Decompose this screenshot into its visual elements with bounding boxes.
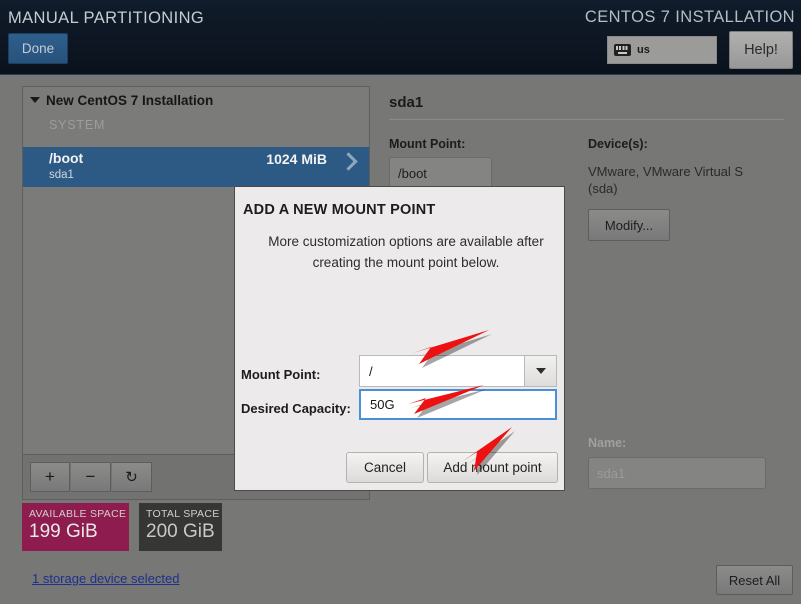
- detail-mount-point-input[interactable]: /boot: [389, 157, 492, 189]
- partition-row-boot[interactable]: /boot sda1 1024 MiB: [23, 147, 369, 187]
- keyboard-layout-label: us: [637, 44, 650, 56]
- done-button[interactable]: Done: [8, 33, 68, 64]
- chevron-down-icon: [535, 368, 546, 374]
- dialog-mount-point-dropdown-button[interactable]: [524, 355, 557, 387]
- remove-partition-button[interactable]: −: [71, 462, 111, 492]
- dialog-cancel-button[interactable]: Cancel: [346, 452, 424, 483]
- available-space-caption: AVAILABLE SPACE: [29, 508, 127, 520]
- main-content: New CentOS 7 Installation SYSTEM /boot s…: [0, 75, 801, 604]
- page-title: MANUAL PARTITIONING: [8, 9, 205, 27]
- available-space-box: AVAILABLE SPACE 199 GiB: [22, 503, 129, 551]
- dialog-mount-point-input[interactable]: /: [359, 355, 524, 387]
- partition-group-header: SYSTEM: [49, 118, 106, 132]
- dialog-mount-point-label: Mount Point:: [241, 367, 321, 382]
- detail-panel-title: sda1: [389, 94, 424, 111]
- installer-header: MANUAL PARTITIONING CENTOS 7 INSTALLATIO…: [0, 0, 801, 75]
- partition-device-name: sda1: [49, 169, 74, 181]
- dialog-capacity-label: Desired Capacity:: [241, 401, 351, 416]
- chevron-down-icon[interactable]: [30, 97, 40, 103]
- keyboard-icon: [614, 44, 631, 56]
- add-mount-point-dialog: ADD A NEW MOUNT POINT More customization…: [234, 186, 565, 491]
- partition-size: 1024 MiB: [266, 151, 327, 167]
- refresh-partitions-button[interactable]: ↻: [112, 462, 152, 492]
- dialog-mount-point-combobox[interactable]: /: [359, 355, 557, 387]
- detail-name-label: Name:: [588, 436, 627, 450]
- modify-devices-button[interactable]: Modify...: [588, 209, 670, 241]
- detail-name-input: sda1: [588, 457, 766, 489]
- installer-title: CENTOS 7 INSTALLATION: [584, 8, 795, 26]
- dialog-description: More customization options are available…: [268, 234, 544, 270]
- total-space-box: TOTAL SPACE 200 GiB: [139, 503, 222, 551]
- detail-devices-label: Device(s):: [588, 137, 648, 151]
- dialog-capacity-input[interactable]: 50G: [359, 389, 557, 420]
- dialog-title: ADD A NEW MOUNT POINT: [243, 202, 436, 218]
- partition-tree-root[interactable]: New CentOS 7 Installation: [23, 87, 369, 113]
- reset-all-button[interactable]: Reset All: [716, 565, 793, 595]
- help-button[interactable]: Help!: [729, 31, 793, 69]
- total-space-value: 200 GiB: [146, 521, 215, 542]
- storage-device-link[interactable]: 1 storage device selected: [32, 571, 179, 586]
- available-space-value: 199 GiB: [29, 521, 98, 542]
- keyboard-layout-indicator[interactable]: us: [607, 36, 717, 64]
- chevron-right-icon: [339, 152, 358, 171]
- total-space-caption: TOTAL SPACE: [146, 508, 220, 520]
- detail-divider: [389, 119, 784, 120]
- detail-mount-point-label: Mount Point:: [389, 137, 466, 151]
- dialog-add-mount-point-button[interactable]: Add mount point: [427, 452, 558, 483]
- partition-tree-root-label: New CentOS 7 Installation: [46, 92, 214, 108]
- add-partition-button[interactable]: +: [30, 462, 70, 492]
- detail-devices-value: VMware, VMware Virtual S (sda): [588, 164, 744, 196]
- partition-mount-point: /boot: [49, 150, 84, 166]
